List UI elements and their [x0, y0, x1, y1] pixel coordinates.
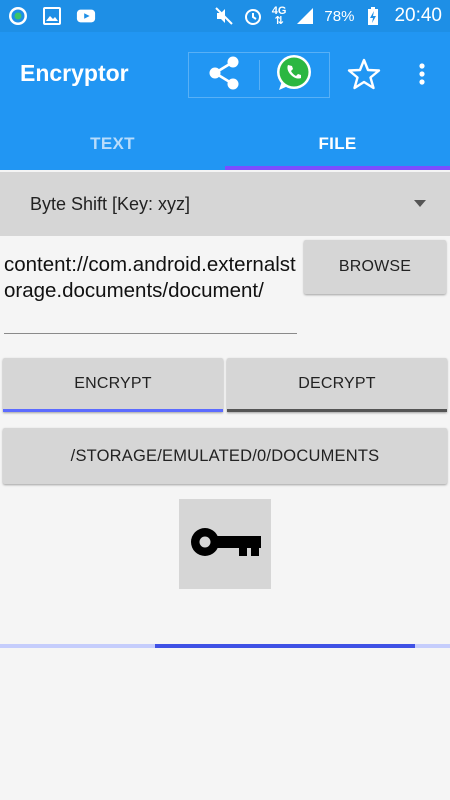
key-icon [187, 522, 263, 567]
share-button[interactable] [189, 53, 259, 97]
youtube-icon [76, 6, 96, 26]
status-bar: 4G ⇅ 78% 20:40 [0, 0, 450, 32]
progress-segment [155, 644, 415, 648]
file-path-field[interactable]: content://com.android.externalstorage.do… [4, 252, 297, 334]
tab-indicator [225, 166, 450, 170]
app-bar: Encryptor TEXT FILE [0, 32, 450, 170]
tab-file[interactable]: FILE [225, 118, 450, 170]
app-title: Encryptor [20, 60, 129, 86]
tab-text[interactable]: TEXT [0, 118, 225, 170]
whatsapp-icon [274, 53, 314, 98]
mute-icon [214, 6, 234, 26]
share-actions [188, 52, 330, 98]
alarm-icon [243, 6, 263, 26]
share-icon [207, 55, 241, 96]
more-vert-icon [418, 62, 426, 90]
system-icons: 4G ⇅ 78% 20:40 [214, 5, 442, 27]
notification-icons [8, 6, 96, 26]
battery-charging-icon [363, 6, 383, 26]
star-icon [347, 57, 381, 96]
output-folder-button[interactable]: /STORAGE/EMULATED/0/DOCUMENTS [3, 428, 447, 484]
key-image[interactable] [179, 499, 271, 589]
cipher-spinner[interactable]: Byte Shift [Key: xyz] [0, 172, 450, 236]
dropdown-arrow-icon [414, 200, 426, 207]
cipher-spinner-value: Byte Shift [Key: xyz] [30, 193, 191, 214]
gallery-icon [42, 6, 62, 26]
favorite-button[interactable] [346, 58, 382, 94]
network-4g-icon: 4G ⇅ [271, 5, 287, 27]
clock: 20:40 [394, 5, 442, 26]
overflow-menu-button[interactable] [410, 58, 434, 94]
tab-bar: TEXT FILE [0, 118, 450, 170]
chat-app-icon [8, 6, 28, 26]
whatsapp-share-button[interactable] [260, 53, 330, 97]
signal-icon [295, 6, 315, 26]
battery-level: 78% [324, 7, 355, 25]
encrypt-button[interactable]: ENCRYPT [3, 358, 223, 412]
browse-button[interactable]: BROWSE [304, 240, 446, 294]
progress-bar [0, 644, 450, 648]
decrypt-button[interactable]: DECRYPT [227, 358, 447, 412]
